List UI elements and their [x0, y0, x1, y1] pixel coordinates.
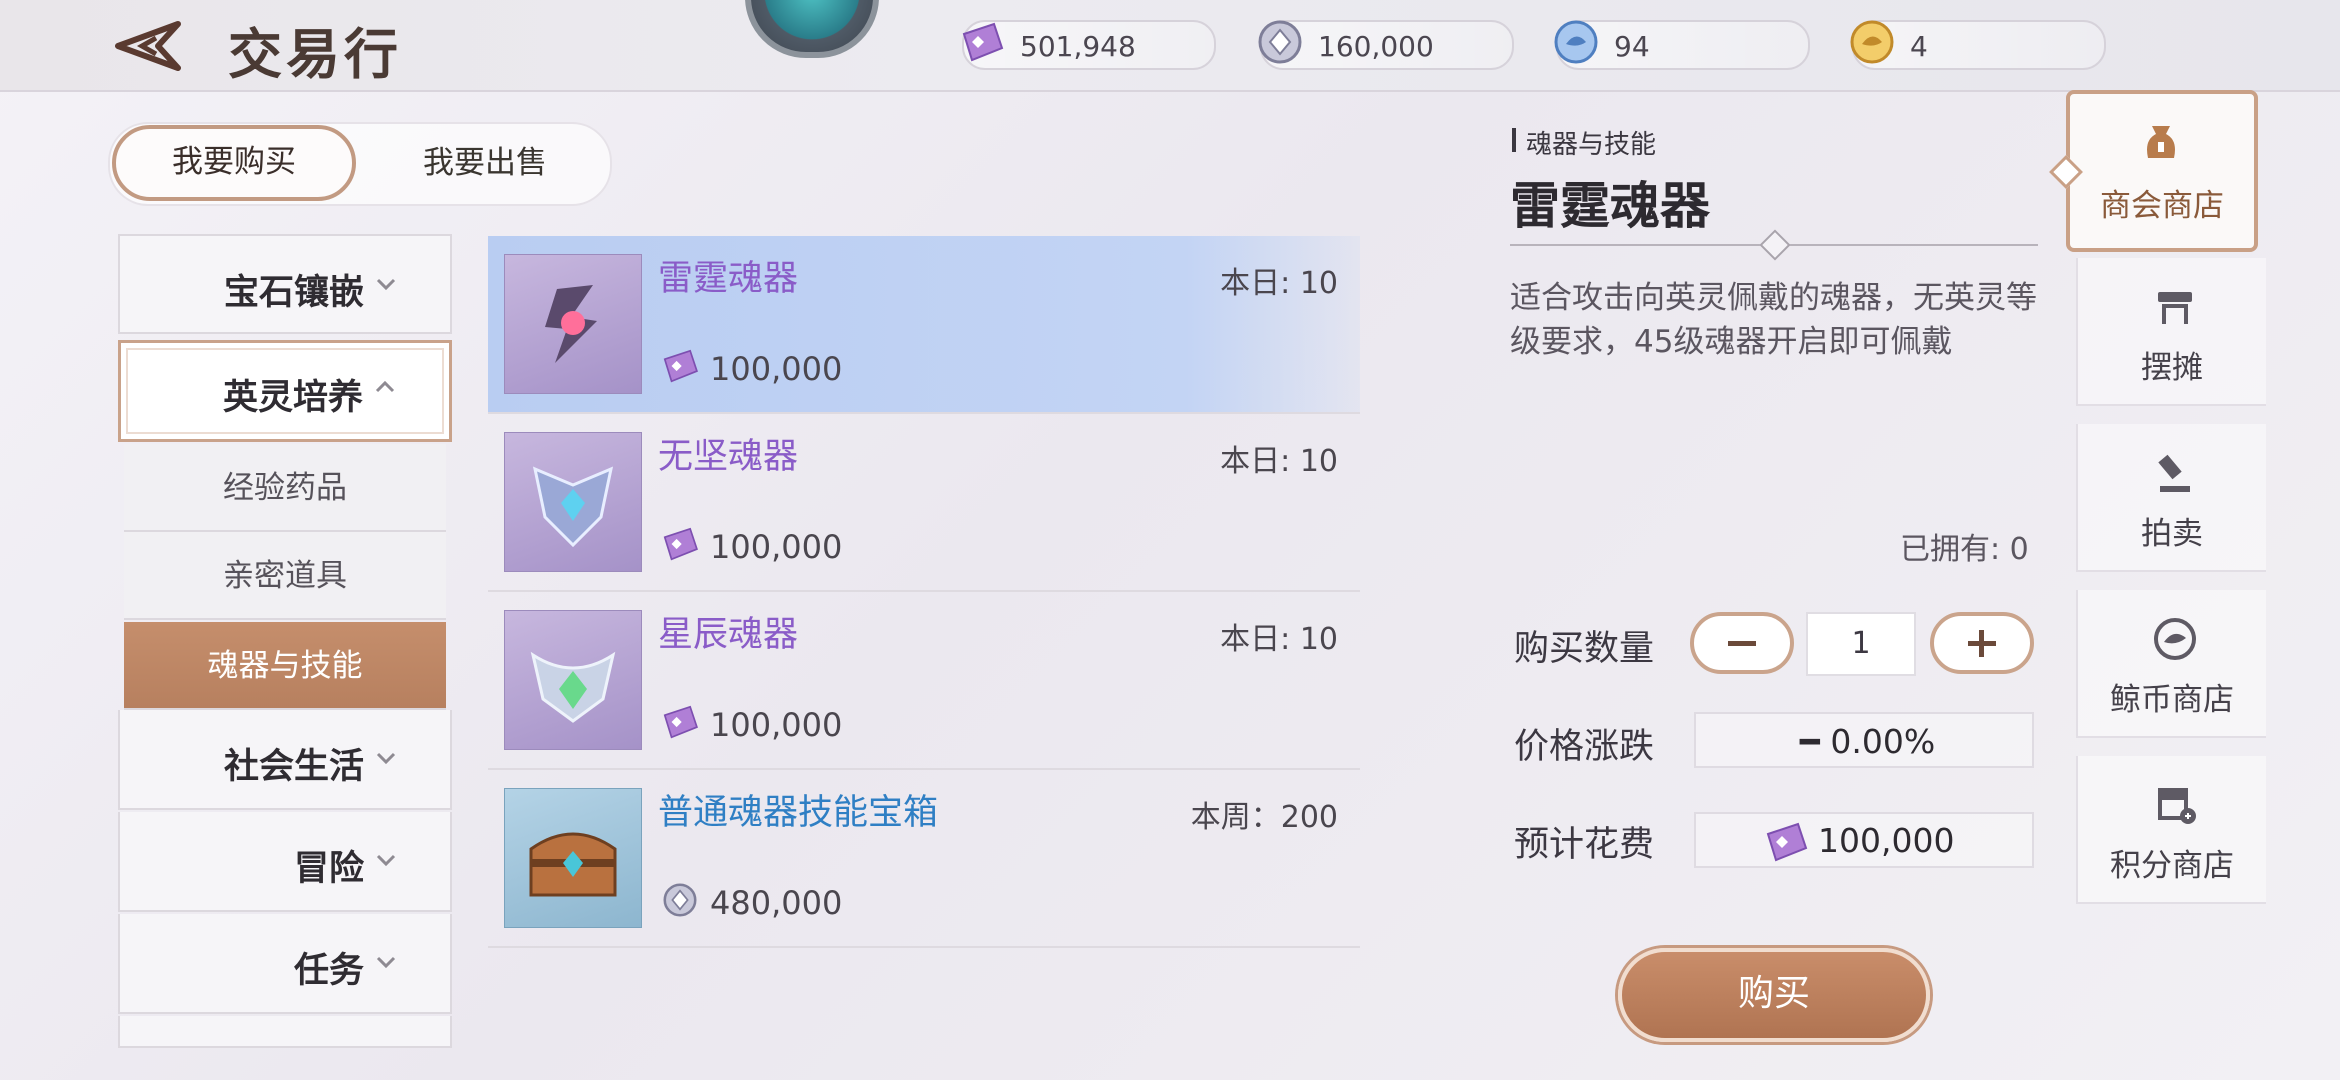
steadfast-soul-icon: [504, 432, 642, 572]
sidebar-item-whale-coin-shop[interactable]: 鲸币商店: [2076, 590, 2266, 738]
currency-value: 160,000: [1318, 30, 1434, 63]
currency-gold-whale-coin: 4: [1850, 20, 2106, 70]
page-title: 交易行: [228, 22, 402, 86]
estimated-cost-value: 100,000: [1818, 821, 1955, 860]
price-change-value: ━ 0.00%: [1800, 722, 1936, 761]
thunder-soul-icon: [504, 254, 642, 394]
gold-whale-coin-icon: [1850, 20, 1894, 64]
decrease-quantity-button[interactable]: [1690, 612, 1794, 674]
item-name: 雷霆魂器: [658, 259, 799, 299]
category-gem[interactable]: 宝石镶嵌: [118, 234, 452, 334]
chevron-down-icon: [376, 956, 396, 969]
buy-button[interactable]: 购买: [1618, 948, 1930, 1042]
subcategory-intimacy-item[interactable]: 亲密道具: [124, 532, 446, 620]
treasure-chest-icon: [504, 788, 642, 928]
item-limit: 本周：200: [1190, 800, 1338, 835]
category-social[interactable]: 社会生活: [118, 710, 452, 810]
item-limit: 本日: 10: [1220, 622, 1338, 657]
gavel-icon: [2158, 454, 2190, 492]
silver-coin-icon: [663, 883, 697, 917]
item-price: 100,000: [710, 528, 843, 566]
purple-gem-ticket-icon: [1766, 822, 1808, 862]
item-name: 星辰魂器: [658, 615, 799, 655]
plus-icon: [1968, 630, 1996, 657]
category-label: 社会生活: [223, 747, 364, 787]
quantity-label: 购买数量: [1514, 629, 1655, 669]
sidebar-item-points-shop[interactable]: 积分商店: [2076, 756, 2266, 904]
stall-icon: [2158, 292, 2192, 324]
subcategory-soul-skill[interactable]: 魂器与技能: [124, 622, 446, 710]
increase-quantity-button[interactable]: [1930, 612, 2034, 674]
purple-gem-ticket-icon: [663, 705, 698, 739]
money-bag-icon: [2147, 126, 2175, 158]
sidebar-item-guild-shop[interactable]: 商会商店: [2066, 90, 2258, 252]
item-name: 无坚魂器: [658, 437, 799, 477]
category-marker: [1512, 128, 1516, 152]
sidebar-item-stall[interactable]: 摆摊: [2076, 258, 2266, 406]
chevron-down-icon: [376, 854, 396, 867]
back-arrow-icon[interactable]: [112, 18, 182, 74]
purple-gem-ticket-icon: [663, 527, 698, 561]
points-shop-icon: [2158, 788, 2196, 824]
chevron-down-icon: [376, 752, 396, 765]
whale-coin-icon: [2154, 618, 2196, 660]
detail-title: 雷霆魂器: [1510, 177, 1710, 235]
blue-whale-coin-icon: [1554, 20, 1598, 64]
detail-description: 适合攻击向英灵佩戴的魂器，无英灵等级要求，45级魂器开启即可佩戴: [1510, 280, 2037, 360]
estimated-cost-label: 预计花费: [1514, 825, 1655, 865]
sidebar-label: 商会商店: [2100, 188, 2224, 224]
category-label: 任务: [293, 951, 364, 991]
currency-value: 94: [1614, 30, 1650, 63]
diamond-ornament-icon: [1759, 229, 1791, 261]
item-price: 480,000: [710, 884, 843, 922]
currency-value: 4: [1910, 30, 1928, 63]
sidebar-item-auction[interactable]: 拍卖: [2076, 424, 2266, 572]
category-label: 英灵培养: [222, 378, 363, 418]
tab-sell[interactable]: 我要出售: [380, 125, 590, 201]
detail-category: 魂器与技能: [1526, 130, 1657, 160]
currency-blue-whale-coin: 94: [1554, 20, 1810, 70]
item-row-skill-chest[interactable]: 普通魂器技能宝箱 本周：200 480,000: [488, 770, 1360, 948]
item-price: 100,000: [710, 706, 843, 744]
chevron-down-icon: [376, 278, 396, 291]
purple-gem-ticket-icon: [663, 349, 698, 383]
category-hero[interactable]: 英灵培养: [118, 340, 452, 442]
owned-count: 已拥有: 0: [1900, 532, 2029, 567]
category-quest[interactable]: 任务: [118, 914, 452, 1014]
item-row-thunder[interactable]: 雷霆魂器 本日: 10 100,000: [488, 236, 1360, 414]
price-change-field: ━ 0.00%: [1694, 712, 2034, 768]
sidebar-label: 拍卖: [2141, 516, 2203, 552]
sidebar-label: 积分商店: [2110, 848, 2234, 884]
sidebar-label: 鲸币商店: [2110, 682, 2234, 718]
item-row-stardust[interactable]: 星辰魂器 本日: 10 100,000: [488, 592, 1360, 770]
price-change-label: 价格涨跌: [1514, 727, 1655, 767]
estimated-cost-field: 100,000: [1694, 812, 2034, 868]
currency-gem-ticket: 501,948: [962, 20, 1216, 70]
sidebar-label: 摆摊: [2141, 350, 2203, 386]
item-row-steadfast[interactable]: 无坚魂器 本日: 10 100,000: [488, 414, 1360, 592]
item-limit: 本日: 10: [1220, 444, 1338, 479]
currency-silver-coin: 160,000: [1258, 20, 1514, 70]
currency-value: 501,948: [1020, 30, 1136, 63]
item-price: 100,000: [710, 350, 843, 388]
category-more[interactable]: [118, 1016, 452, 1048]
item-limit: 本日: 10: [1220, 266, 1338, 301]
purple-gem-ticket-icon: [962, 22, 1004, 62]
tab-buy[interactable]: 我要购买: [112, 125, 356, 201]
category-label: 宝石镶嵌: [223, 273, 364, 313]
category-label: 冒险: [293, 849, 364, 889]
item-name: 普通魂器技能宝箱: [658, 793, 939, 833]
minus-icon: [1728, 641, 1756, 646]
quantity-input[interactable]: 1: [1806, 612, 1916, 676]
silver-coin-icon: [1258, 20, 1302, 64]
chevron-up-icon: [375, 380, 395, 393]
category-adventure[interactable]: 冒险: [118, 812, 452, 912]
stardust-soul-icon: [504, 610, 642, 750]
subcategory-exp-potion[interactable]: 经验药品: [124, 444, 446, 532]
